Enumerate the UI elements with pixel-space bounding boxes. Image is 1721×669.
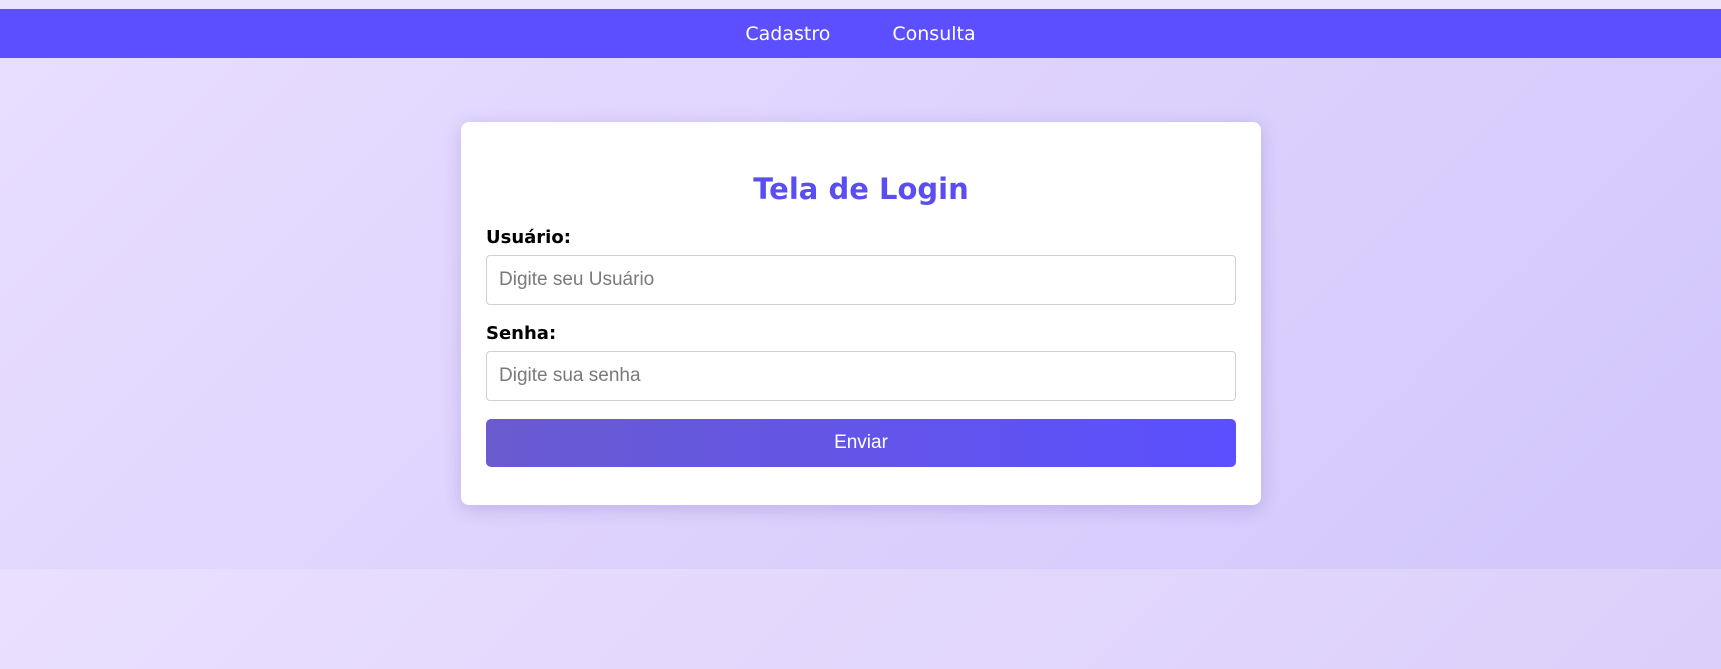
- password-input[interactable]: [486, 351, 1236, 401]
- login-card: Tela de Login Usuário: Senha: Enviar: [461, 122, 1261, 505]
- user-input[interactable]: [486, 255, 1236, 305]
- password-label: Senha:: [486, 323, 557, 344]
- top-strip: [0, 0, 1721, 9]
- submit-button[interactable]: Enviar: [486, 419, 1236, 467]
- user-label: Usuário:: [486, 227, 571, 248]
- login-title: Tela de Login: [753, 172, 969, 206]
- nav-link-consulta[interactable]: Consulta: [892, 23, 975, 45]
- nav-link-cadastro[interactable]: Cadastro: [745, 23, 830, 45]
- top-navbar: Cadastro Consulta: [0, 9, 1721, 58]
